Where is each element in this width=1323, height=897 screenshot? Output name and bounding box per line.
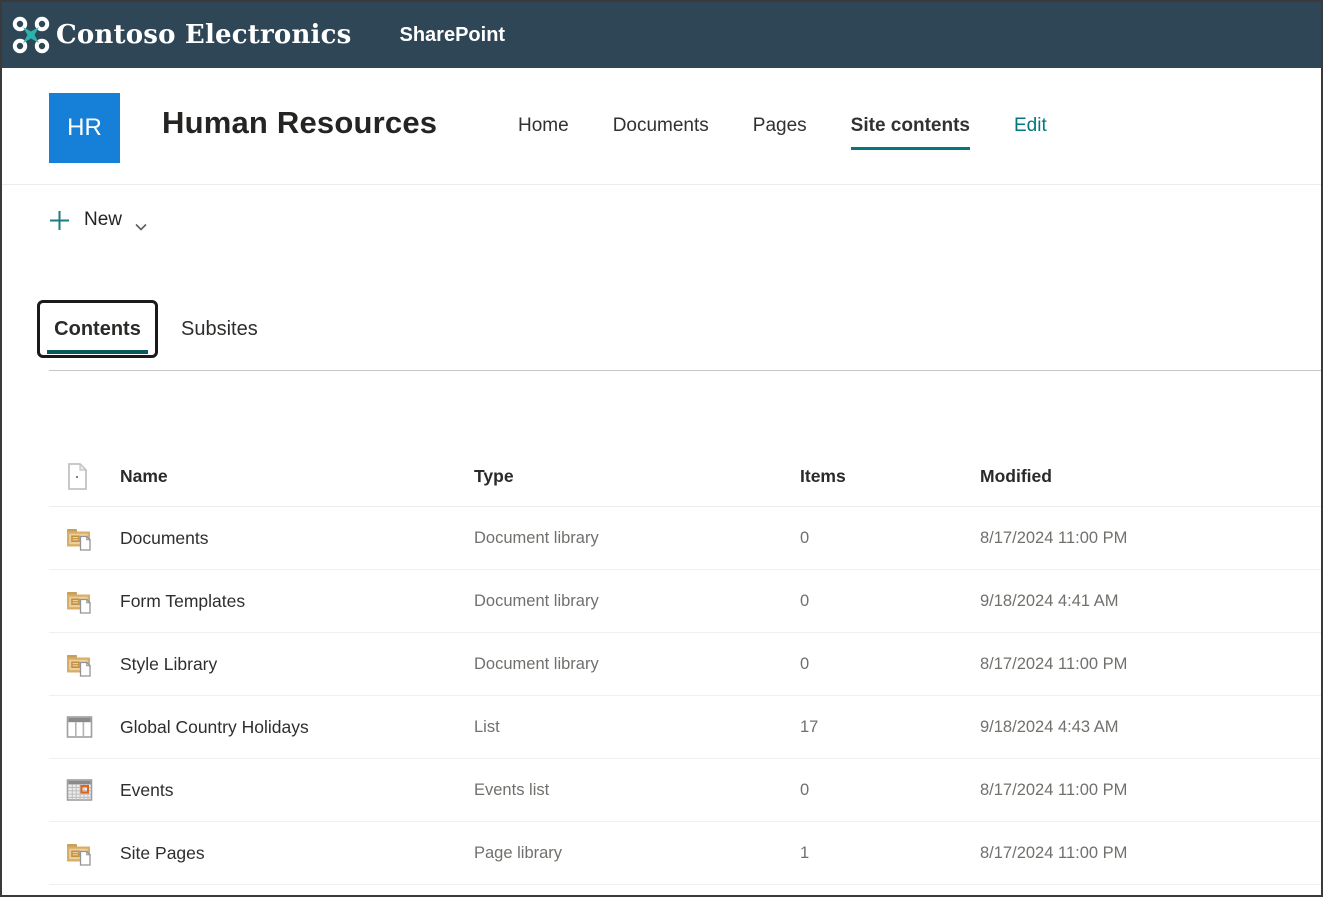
new-button[interactable]: New [49,202,147,238]
tab-subsites-label: Subsites [181,318,258,341]
tab-subsites[interactable]: Subsites [181,300,258,358]
item-count: 0 [800,655,980,674]
item-type: Document library [474,529,800,548]
item-count: 0 [800,781,980,800]
item-modified: 9/18/2024 4:43 AM [980,718,1321,737]
sharepoint-site-contents-page: Contoso Electronics SharePoint HR Human … [0,0,1323,897]
site-logo-tile[interactable]: HR [49,93,120,163]
tab-active-indicator [47,350,148,354]
list-icon [66,715,93,739]
table-row[interactable]: Site Pages Page library 1 8/17/2024 11:0… [49,822,1321,885]
page-icon [66,462,89,491]
item-type: Document library [474,655,800,674]
column-header-items[interactable]: Items [800,466,980,487]
item-modified: 8/17/2024 11:00 PM [980,844,1321,863]
item-type: Events list [474,781,800,800]
events-icon [66,778,93,802]
table-body: Documents Document library 0 8/17/2024 1… [49,507,1321,885]
plus-icon [49,210,70,231]
item-name-link[interactable]: Documents [120,528,474,549]
table-row[interactable]: Style Library Document library 0 8/17/20… [49,633,1321,696]
table-header-row: Name Type Items Modified [49,447,1321,507]
item-type: Document library [474,592,800,611]
table-row[interactable]: Events Events list 0 8/17/2024 11:00 PM [49,759,1321,822]
item-name-link[interactable]: Style Library [120,654,474,675]
page-library-icon [66,840,93,867]
table-row[interactable]: Documents Document library 0 8/17/2024 1… [49,507,1321,570]
table-row[interactable]: Global Country Holidays List 17 9/18/202… [49,696,1321,759]
site-title: Human Resources [162,105,437,141]
table-row[interactable]: Form Templates Document library 0 9/18/2… [49,570,1321,633]
suite-bar: Contoso Electronics SharePoint [2,2,1321,68]
column-header-type[interactable]: Type [474,466,800,487]
document-library-icon [66,525,93,552]
item-count: 17 [800,718,980,737]
item-modified: 8/17/2024 11:00 PM [980,781,1321,800]
contents-table: Name Type Items Modified Documents Docum… [49,447,1321,885]
column-header-name[interactable]: Name [120,466,474,487]
tab-divider [49,370,1321,371]
item-name-link[interactable]: Global Country Holidays [120,717,474,738]
tab-contents[interactable]: Contents [37,300,158,358]
item-count: 0 [800,529,980,548]
item-type: Page library [474,844,800,863]
item-name-link[interactable]: Site Pages [120,843,474,864]
chevron-down-icon [135,218,147,226]
item-modified: 9/18/2024 4:41 AM [980,592,1321,611]
item-count: 1 [800,844,980,863]
nav-item-home[interactable]: Home [518,115,569,137]
column-header-modified[interactable]: Modified [980,466,1321,487]
site-nav: Home Documents Pages Site contents Edit [518,68,1047,184]
brand-name: Contoso Electronics [56,20,352,50]
document-library-icon [66,588,93,615]
nav-item-pages[interactable]: Pages [753,115,807,137]
product-name-link[interactable]: SharePoint [400,24,506,47]
drone-logo-icon [11,15,51,55]
item-name-link[interactable]: Form Templates [120,591,474,612]
nav-item-documents[interactable]: Documents [613,115,709,137]
item-modified: 8/17/2024 11:00 PM [980,655,1321,674]
item-name-link[interactable]: Events [120,780,474,801]
tab-contents-label: Contents [54,318,141,341]
document-library-icon [66,651,93,678]
item-type: List [474,718,800,737]
item-count: 0 [800,592,980,611]
item-modified: 8/17/2024 11:00 PM [980,529,1321,548]
new-button-label: New [84,209,122,231]
nav-item-edit[interactable]: Edit [1014,115,1047,137]
nav-item-site-contents[interactable]: Site contents [851,115,970,137]
site-header: HR Human Resources Home Documents Pages … [2,68,1321,185]
